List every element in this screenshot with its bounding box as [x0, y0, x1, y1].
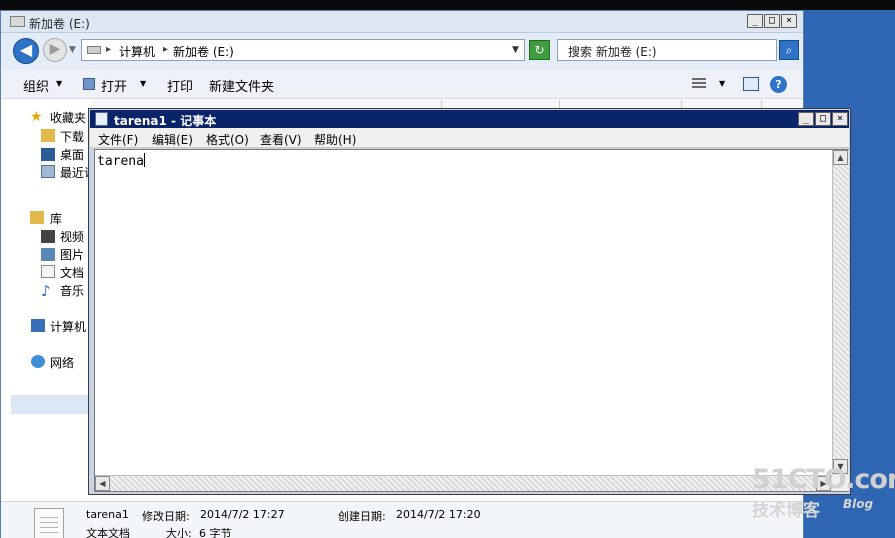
document-icon — [41, 265, 55, 278]
organize-dropdown-icon[interactable]: ▼ — [56, 79, 62, 88]
menu-edit[interactable]: 编辑(E) — [152, 131, 193, 148]
arrow-left-icon: ◀ — [19, 40, 33, 59]
preview-pane-icon[interactable] — [743, 77, 759, 91]
notepad-window-controls: _ □ × — [798, 112, 848, 126]
notepad-content-text: tarena — [97, 154, 144, 169]
menu-help[interactable]: 帮助(H) — [314, 131, 356, 148]
details-created-value: 2014/7/2 17:20 — [396, 508, 481, 521]
nav-network[interactable]: 网络 — [50, 354, 74, 371]
nav-pictures[interactable]: 图片 — [60, 246, 84, 263]
nav-downloads[interactable]: 下载 — [60, 128, 84, 145]
libraries-icon — [30, 211, 44, 224]
address-row: ◀ ▶ ▼ ▸ 计算机 ▸ 新加卷 (E:) ▼ ↻ 搜索 新加卷 (E:) ⌕ — [1, 33, 803, 69]
notepad-title: tarena1 - 记事本 — [114, 114, 217, 128]
arrow-right-icon: ▶ — [49, 41, 61, 57]
details-modified-label: 修改日期: — [142, 510, 190, 523]
video-icon — [41, 230, 55, 243]
watermark-logo: 51CTO.com — [752, 464, 895, 495]
search-button[interactable]: ⌕ — [779, 40, 799, 60]
picture-icon — [41, 248, 55, 261]
details-size-label: 大小: — [166, 527, 192, 538]
notepad-text-area[interactable]: tarena ▲ ▼ ◀ ▶ — [94, 149, 849, 492]
menu-format[interactable]: 格式(O) — [206, 131, 249, 148]
history-dropdown-icon[interactable]: ▼ — [69, 45, 76, 55]
maximize-button[interactable]: □ — [815, 112, 831, 126]
recent-places-icon — [41, 165, 55, 178]
nav-videos[interactable]: 视频 — [60, 228, 84, 245]
nav-libraries[interactable]: 库 — [50, 210, 62, 227]
notepad-window: tarena1 - 记事本 _ □ × 文件(F) 编辑(E) 格式(O) 查看… — [88, 108, 851, 495]
notepad-icon — [95, 112, 108, 126]
search-input[interactable]: 搜索 新加卷 (E:) — [557, 39, 777, 61]
search-icon: ⌕ — [785, 43, 793, 57]
scroll-left-icon[interactable]: ◀ — [95, 476, 110, 491]
network-icon — [31, 355, 45, 368]
navigation-pane: ★ 收藏夹 下载 桌面 最近访 库 视频 图片 文档 ♪ 音乐 计算机 网络 — [1, 100, 96, 500]
address-bar[interactable]: ▸ 计算机 ▸ 新加卷 (E:) ▼ — [81, 39, 525, 61]
watermark-subtitle: 技术博客 — [752, 501, 820, 521]
view-dropdown-icon[interactable]: ▼ — [719, 79, 725, 88]
scroll-up-icon[interactable]: ▲ — [833, 150, 848, 165]
explorer-title: 新加卷 (E:) — [29, 17, 90, 31]
new-folder-button[interactable]: 新建文件夹 — [209, 76, 274, 95]
nav-desktop[interactable]: 桌面 — [60, 146, 84, 163]
breadcrumb-chevron-icon[interactable]: ▸ — [163, 44, 168, 55]
vertical-scrollbar[interactable]: ▲ ▼ — [832, 150, 849, 475]
explorer-window-controls: _ □ × — [747, 14, 797, 28]
taskbar-strip — [0, 0, 895, 10]
music-note-icon: ♪ — [41, 282, 51, 300]
details-created-label: 创建日期: — [338, 510, 386, 523]
organize-button[interactable]: 组织 — [23, 76, 49, 95]
forward-button[interactable]: ▶ — [43, 38, 67, 62]
horizontal-scrollbar[interactable]: ◀ ▶ — [95, 475, 832, 491]
refresh-icon: ↻ — [534, 43, 545, 57]
notepad-titlebar[interactable]: tarena1 - 记事本 _ □ × — [90, 110, 849, 128]
view-options-icon[interactable] — [692, 78, 706, 90]
desktop-icon — [41, 148, 55, 161]
minimize-button[interactable]: _ — [747, 14, 763, 28]
details-pane: tarena1 修改日期: 2014/7/2 17:27 创建日期: 2014/… — [1, 501, 803, 538]
search-placeholder: 搜索 新加卷 (E:) — [568, 45, 657, 59]
address-dropdown-icon[interactable]: ▼ — [512, 45, 519, 55]
star-icon: ★ — [30, 109, 43, 125]
drive-icon — [10, 16, 25, 27]
close-button[interactable]: × — [832, 112, 848, 126]
text-caret — [143, 153, 145, 167]
details-modified-value: 2014/7/2 17:27 — [200, 508, 285, 521]
menu-file[interactable]: 文件(F) — [98, 131, 138, 148]
watermark-blog: Blog — [843, 497, 874, 511]
explorer-titlebar: 新加卷 (E:) _ □ × — [1, 11, 803, 33]
minimize-button[interactable]: _ — [798, 112, 814, 126]
help-icon[interactable]: ? — [770, 76, 787, 93]
drive-icon — [87, 46, 101, 54]
open-button[interactable]: 打开 — [101, 76, 127, 95]
refresh-button[interactable]: ↻ — [529, 40, 550, 60]
open-dropdown-icon[interactable]: ▼ — [140, 79, 146, 88]
breadcrumb-computer[interactable]: 计算机 — [119, 43, 155, 60]
nav-favorites[interactable]: 收藏夹 — [50, 109, 86, 126]
close-button[interactable]: × — [781, 14, 797, 28]
details-size-value: 6 字节 — [199, 527, 232, 538]
breadcrumb-volume[interactable]: 新加卷 (E:) — [173, 43, 234, 60]
nav-music[interactable]: 音乐 — [60, 282, 84, 299]
maximize-button[interactable]: □ — [764, 14, 780, 28]
notepad-icon — [83, 78, 95, 90]
print-button[interactable]: 打印 — [167, 76, 193, 95]
nav-selection-highlight — [11, 395, 91, 414]
notepad-content[interactable]: tarena — [97, 153, 145, 169]
command-bar: 组织 ▼ 打开 ▼ 打印 新建文件夹 ▼ ? — [1, 69, 803, 99]
notepad-menubar: 文件(F) 编辑(E) 格式(O) 查看(V) 帮助(H) — [90, 128, 849, 148]
details-filename: tarena1 — [86, 508, 129, 521]
menu-view[interactable]: 查看(V) — [260, 131, 302, 148]
details-type: 文本文档 — [86, 527, 130, 538]
nav-documents[interactable]: 文档 — [60, 264, 84, 281]
downloads-folder-icon — [41, 129, 55, 142]
back-button[interactable]: ◀ — [13, 38, 39, 64]
computer-icon — [31, 319, 45, 332]
nav-computer[interactable]: 计算机 — [50, 318, 86, 335]
text-file-icon — [34, 508, 64, 538]
breadcrumb-chevron-icon[interactable]: ▸ — [106, 44, 111, 55]
